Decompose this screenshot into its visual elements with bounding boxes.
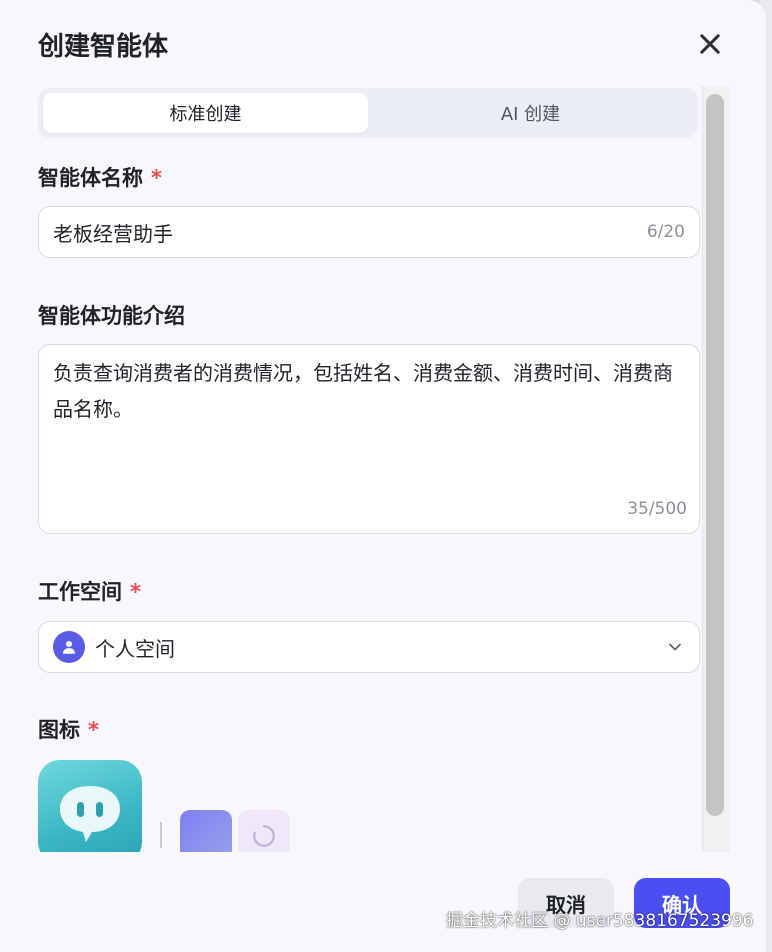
user-icon	[63, 641, 75, 654]
form-scroll-area: 标准创建 AI 创建 智能体名称 * 老板经营助手 6/20 智能体功能介绍 负责…	[0, 86, 704, 852]
loading-icon	[253, 825, 275, 847]
required-mark: *	[130, 580, 141, 604]
scrollbar-thumb[interactable]	[706, 94, 724, 816]
selected-agent-icon[interactable]	[38, 760, 142, 852]
description-label: 智能体功能介绍	[38, 300, 185, 330]
name-char-counter: 6/20	[646, 222, 685, 242]
icon-label-text: 图标	[38, 718, 80, 742]
icon-label: 图标 *	[38, 714, 99, 744]
workspace-value: 个人空间	[95, 636, 175, 661]
required-mark: *	[151, 166, 162, 190]
name-label: 智能体名称 *	[38, 162, 162, 192]
description-label-text: 智能体功能介绍	[38, 304, 185, 328]
agent-description-value: 负责查询消费者的消费情况，包括姓名、消费金额、消费时间、消费商品名称。	[53, 361, 673, 421]
required-mark: *	[88, 718, 99, 742]
agent-name-input[interactable]: 老板经营助手 6/20	[38, 206, 700, 258]
agent-name-value: 老板经营助手	[53, 221, 173, 246]
workspace-label: 工作空间 *	[38, 576, 141, 606]
close-button[interactable]	[696, 30, 724, 58]
icon-option-generate[interactable]	[238, 810, 290, 852]
watermark: 掘金技术社区 @ user5838167523996	[446, 911, 754, 931]
workspace-select[interactable]: 个人空间	[38, 621, 700, 673]
tab-standard-create[interactable]: 标准创建	[43, 93, 368, 133]
create-agent-dialog: 创建智能体 标准创建 AI 创建 智能体名称 * 老板经营助手 6/20 智能体功…	[0, 0, 766, 952]
create-mode-switch: 标准创建 AI 创建	[38, 88, 698, 138]
chevron-down-icon	[665, 637, 685, 657]
icon-option-gradient[interactable]	[180, 810, 232, 852]
description-char-counter: 35/500	[627, 499, 687, 519]
name-label-text: 智能体名称	[38, 166, 143, 190]
dialog-title: 创建智能体	[38, 32, 169, 62]
agent-description-textarea[interactable]: 负责查询消费者的消费情况，包括姓名、消费金额、消费时间、消费商品名称。 35/5…	[38, 344, 700, 534]
icon-divider	[160, 822, 162, 848]
close-icon	[700, 34, 720, 54]
chat-bubble-icon	[60, 786, 120, 842]
workspace-avatar	[53, 631, 85, 663]
tab-ai-create[interactable]: AI 创建	[368, 93, 693, 133]
workspace-label-text: 工作空间	[38, 580, 122, 604]
